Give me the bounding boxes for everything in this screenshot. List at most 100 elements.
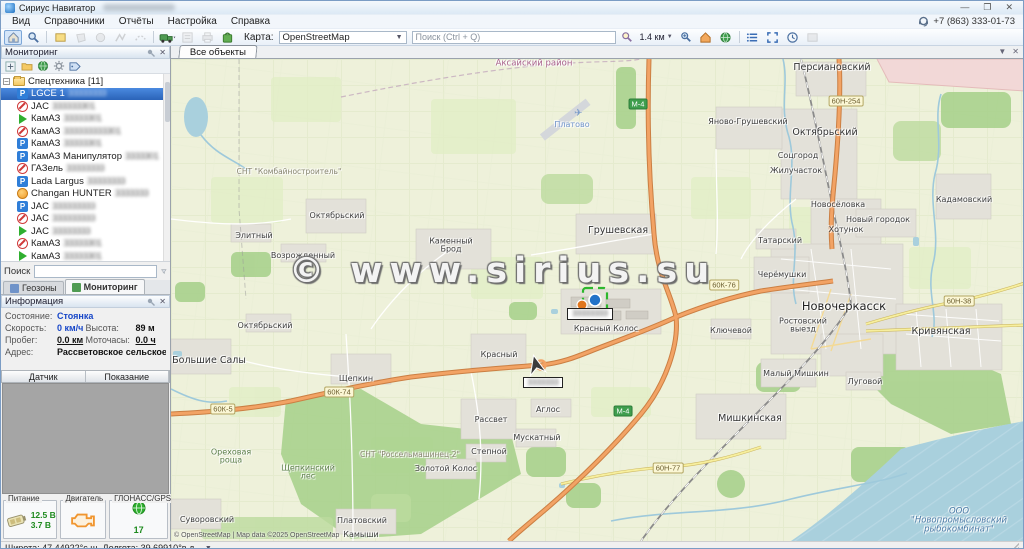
chevron-down-icon[interactable]: ▼ xyxy=(205,545,212,549)
osm-attribution: © OpenStreetMap | Map data ©2025 OpenStr… xyxy=(174,532,339,539)
vehicle-status-icon xyxy=(17,113,28,124)
history-button[interactable] xyxy=(784,30,802,45)
vehicle-row[interactable]: JAC 333333333 xyxy=(1,213,170,226)
vehicle-row[interactable]: КамАЗ 33333301 xyxy=(1,238,170,251)
fit-bounds-button[interactable] xyxy=(764,30,782,45)
address-value: Рассветовское сельское поселен... xyxy=(57,346,166,358)
vehicle-row[interactable]: КамАЗ 33333301 xyxy=(1,138,170,151)
pin-icon[interactable] xyxy=(147,298,155,306)
status-bar: Широта: 47,44922°с.ш. Долгота: 39,69910°… xyxy=(1,541,1023,549)
vehicle-row[interactable]: КамАЗ 333333333301 xyxy=(1,125,170,138)
menu-item[interactable]: Отчёты xyxy=(112,15,161,29)
svg-text:✈: ✈ xyxy=(574,108,582,119)
vehicle-row[interactable]: JAC 333333301 xyxy=(1,100,170,113)
state-value: Стоянка xyxy=(57,310,93,322)
tab-close-icon[interactable]: ✕ xyxy=(1012,47,1019,56)
headset-icon xyxy=(918,16,929,27)
tab-list-icon[interactable]: ▼ xyxy=(998,47,1006,56)
zone-tool-2-button[interactable] xyxy=(91,30,109,45)
map-provider-select[interactable]: OpenStreetMap ▼ xyxy=(279,31,407,44)
report-button[interactable] xyxy=(178,30,196,45)
map-scale-select[interactable]: 1.4 км▼ xyxy=(638,32,675,42)
print-button[interactable] xyxy=(198,30,216,45)
show-on-map-button[interactable] xyxy=(36,60,49,72)
menu-item[interactable]: Справочники xyxy=(37,15,112,29)
global-search-input[interactable] xyxy=(412,31,616,44)
polygon-icon xyxy=(74,31,87,44)
address-label: Адрес: xyxy=(5,346,57,358)
menu-item[interactable]: Вид xyxy=(5,15,37,29)
chevron-down-icon: ▼ xyxy=(396,34,403,41)
map-provider-label: Карта: xyxy=(244,32,274,43)
zone-tool-3-button[interactable] xyxy=(111,30,129,45)
home-view-button[interactable] xyxy=(697,30,715,45)
edit-geozone-button[interactable] xyxy=(51,30,69,45)
vehicle-row[interactable]: ГАЗель 33333333 xyxy=(1,163,170,176)
menu-item[interactable]: Справка xyxy=(224,15,277,29)
minimize-button[interactable]: — xyxy=(960,2,969,13)
vehicle-row[interactable]: КамАЗ 33333301 xyxy=(1,113,170,126)
settings-button[interactable] xyxy=(52,60,65,72)
green-box-icon xyxy=(221,31,234,44)
vehicle-row[interactable]: КамАЗ 33333301 xyxy=(1,250,170,262)
maximize-button[interactable]: ❐ xyxy=(983,2,991,13)
expand-all-button[interactable] xyxy=(4,60,17,72)
show-folder-button[interactable] xyxy=(20,60,33,72)
zone-tool-1-button[interactable] xyxy=(71,30,89,45)
tab-all-objects[interactable]: Все объекты xyxy=(178,45,257,58)
minimap-button[interactable] xyxy=(804,30,822,45)
power-indicator: Питание 12.5 В3.7 В xyxy=(3,500,57,539)
chevron-down-icon: ▼ xyxy=(667,34,673,40)
close-button[interactable]: ✕ xyxy=(1005,2,1013,13)
tree-scrollbar[interactable] xyxy=(163,74,170,261)
collapse-icon[interactable]: – xyxy=(3,78,10,85)
state-label: Состояние: xyxy=(5,310,57,322)
track-object-button[interactable] xyxy=(4,30,22,45)
magnifier-icon xyxy=(27,31,40,44)
support-phone: +7 (863) 333-01-73 xyxy=(918,16,1023,27)
vehicle-row[interactable]: Changan HUNTER 3333333 xyxy=(1,188,170,201)
pin-icon[interactable] xyxy=(147,49,155,57)
sensor-col-header[interactable]: Датчик xyxy=(2,371,86,382)
close-panel-icon[interactable]: ✕ xyxy=(159,297,166,306)
vehicle-row[interactable]: LGCE 1 33333333 xyxy=(1,88,170,101)
vehicle-menu-button[interactable] xyxy=(158,30,176,45)
search-object-button[interactable] xyxy=(24,30,42,45)
geozone-icon xyxy=(54,31,67,44)
value-col-header[interactable]: Показание xyxy=(86,371,170,382)
vehicle-row[interactable]: JAC 333333333 xyxy=(1,200,170,213)
globe-icon xyxy=(719,31,732,44)
window-title: Сириус Навигатор xyxy=(19,3,95,13)
engine-indicator: Двигатель xyxy=(60,500,106,539)
world-view-button[interactable] xyxy=(717,30,735,45)
voltage-main: 12.5 В xyxy=(31,510,56,520)
tree-search-input[interactable] xyxy=(34,265,157,278)
zoom-search-button[interactable] xyxy=(677,30,695,45)
labels-toggle-button[interactable] xyxy=(68,60,81,72)
market-button[interactable] xyxy=(218,30,236,45)
app-icon xyxy=(5,3,15,13)
vehicle-row[interactable]: JAC 33333333 xyxy=(1,225,170,238)
run-search-button[interactable] xyxy=(618,30,636,45)
mileage-label: Пробег: xyxy=(5,334,57,346)
object-list-button[interactable] xyxy=(744,30,762,45)
printer-icon xyxy=(201,31,214,44)
map-canvas[interactable]: ✈ xyxy=(171,59,1023,541)
monitoring-toolbar xyxy=(1,59,170,74)
vehicle-row[interactable]: КамАЗ Манипулятор 3333301 xyxy=(1,150,170,163)
vehicle-status-icon xyxy=(17,201,28,212)
mileage-value[interactable]: 0.0 км xyxy=(57,334,83,346)
vehicle-status-icon xyxy=(17,188,28,199)
indicator-panel: Питание 12.5 В3.7 В Двигатель ГЛОНАСС/GP… xyxy=(1,494,170,541)
zone-tool-4-button[interactable] xyxy=(131,30,149,45)
sidebar-tab[interactable]: Геозоны xyxy=(3,281,64,294)
vehicle-group-row[interactable]: – Спецтехника [11] xyxy=(1,75,170,88)
filter-icon[interactable] xyxy=(161,266,167,277)
resize-grip[interactable] xyxy=(1009,543,1019,549)
vehicle-row[interactable]: Lada Largus 33333333 xyxy=(1,175,170,188)
sidebar-tab[interactable]: Мониторинг xyxy=(65,279,145,294)
redacted-company-name xyxy=(103,4,175,11)
menu-item[interactable]: Настройка xyxy=(161,15,224,29)
close-panel-icon[interactable]: ✕ xyxy=(159,48,166,57)
hours-value[interactable]: 0.0 ч xyxy=(136,334,156,346)
